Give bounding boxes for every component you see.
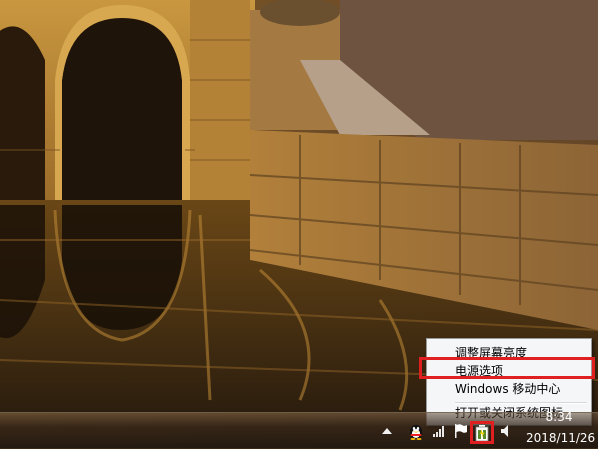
- highlight-box-power-options: [419, 357, 595, 379]
- qq-penguin-icon[interactable]: [407, 422, 425, 440]
- volume-icon[interactable]: [498, 422, 516, 440]
- system-clock[interactable]: 8:34 2018/11/26: [526, 410, 596, 448]
- clock-time: 8:34: [545, 410, 573, 424]
- clock-date: 2018/11/26: [526, 431, 596, 445]
- taskbar: 8:34 2018/11/26: [0, 410, 598, 449]
- network-icon[interactable]: [431, 422, 449, 440]
- show-hidden-icons-arrow-icon[interactable]: [380, 423, 394, 437]
- notification-area: [0, 413, 598, 449]
- highlight-box-power-icon: [470, 421, 494, 444]
- action-center-flag-icon[interactable]: [452, 422, 470, 440]
- menu-item-windows-mobility-center[interactable]: Windows 移动中心: [427, 379, 591, 400]
